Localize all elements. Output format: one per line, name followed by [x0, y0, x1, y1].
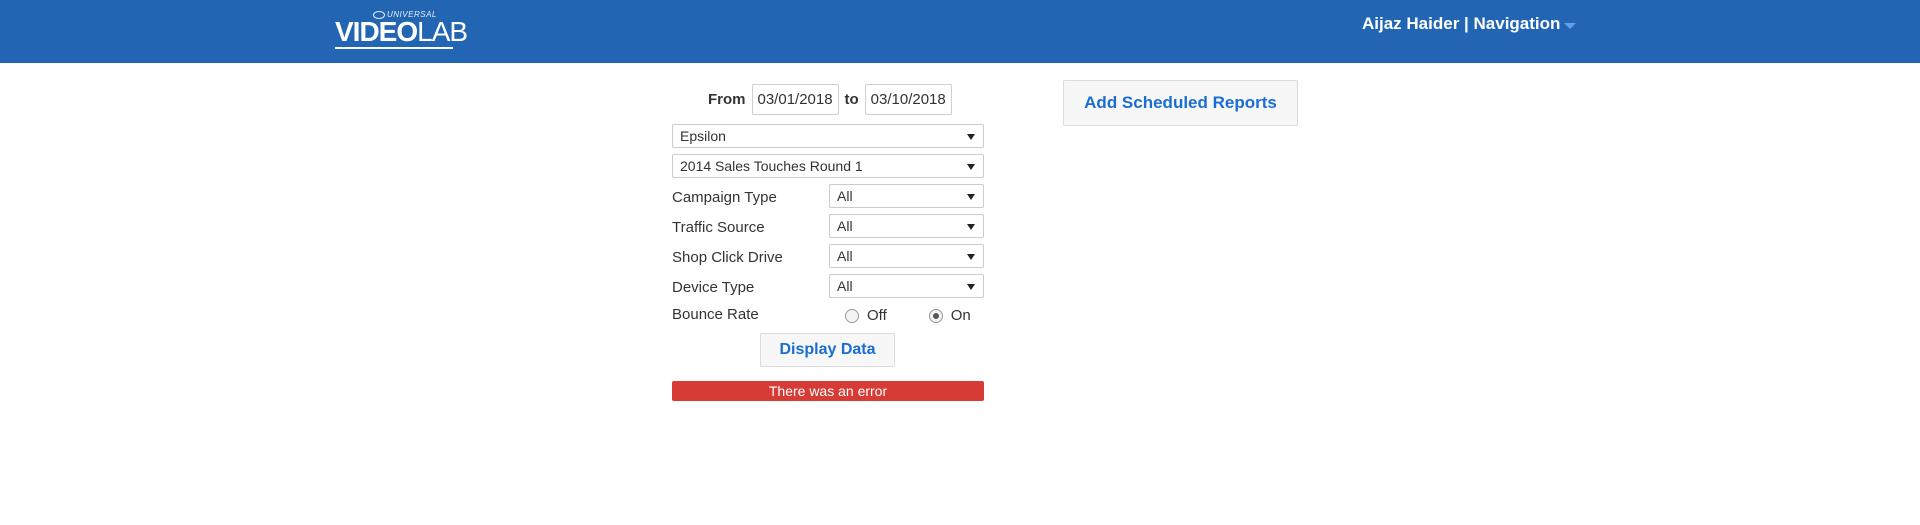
dropdown-arrow-icon: [967, 164, 975, 170]
account-select[interactable]: Epsilon: [672, 124, 984, 148]
videolab-logo[interactable]: UNIVERSAL VIDEOLAB: [335, 10, 468, 49]
logo-wordmark: VIDEOLAB: [335, 16, 468, 47]
shop-click-drive-value: All: [837, 248, 853, 264]
campaign-type-label: Campaign Type: [672, 189, 777, 206]
logo-bold-text: VIDEO: [335, 16, 418, 47]
bounce-rate-radio-group: Off On: [845, 307, 971, 324]
to-label: to: [844, 91, 859, 108]
device-type-value: All: [837, 278, 853, 294]
campaign-select-value: 2014 Sales Touches Round 1: [680, 158, 863, 174]
dropdown-arrow-icon: [967, 194, 975, 200]
bounce-rate-on-label: On: [950, 307, 971, 324]
campaign-select[interactable]: 2014 Sales Touches Round 1: [672, 154, 984, 178]
bounce-rate-on-radio[interactable]: [928, 308, 943, 323]
shop-click-drive-label: Shop Click Drive: [672, 249, 783, 266]
account-select-value: Epsilon: [680, 128, 726, 144]
device-type-select[interactable]: All: [829, 274, 984, 298]
campaign-type-select[interactable]: All: [829, 184, 984, 208]
traffic-source-value: All: [837, 218, 853, 234]
to-date-input[interactable]: [864, 84, 952, 115]
logo-light-text: LAB: [417, 16, 468, 47]
from-date-input[interactable]: [751, 84, 839, 115]
campaign-type-value: All: [837, 188, 853, 204]
dropdown-arrow-icon: [967, 134, 975, 140]
shop-click-drive-select[interactable]: All: [829, 244, 984, 268]
from-label: From: [708, 91, 746, 108]
traffic-source-label: Traffic Source: [672, 219, 765, 236]
user-navigation-menu[interactable]: Aijaz Haider | Navigation: [1362, 14, 1577, 34]
dropdown-arrow-icon: [967, 224, 975, 230]
dropdown-arrow-icon: [967, 254, 975, 260]
traffic-source-select[interactable]: All: [829, 214, 984, 238]
chevron-down-icon: [1564, 23, 1577, 29]
bounce-rate-off-radio[interactable]: [845, 308, 859, 323]
dropdown-arrow-icon: [967, 284, 975, 290]
error-message-bar: There was an error: [672, 381, 984, 401]
top-navigation-bar: UNIVERSAL VIDEOLAB Aijaz Haider | Naviga…: [0, 0, 1920, 63]
device-type-label: Device Type: [672, 279, 755, 296]
bounce-rate-label: Bounce Rate: [672, 306, 759, 323]
display-data-button[interactable]: Display Data: [760, 333, 895, 367]
logo-underline: [335, 47, 453, 49]
add-scheduled-reports-button[interactable]: Add Scheduled Reports: [1063, 80, 1298, 126]
date-range-row: From to: [708, 84, 952, 115]
user-menu-label: Aijaz Haider | Navigation: [1362, 14, 1561, 33]
bounce-rate-off-label: Off: [867, 307, 887, 324]
